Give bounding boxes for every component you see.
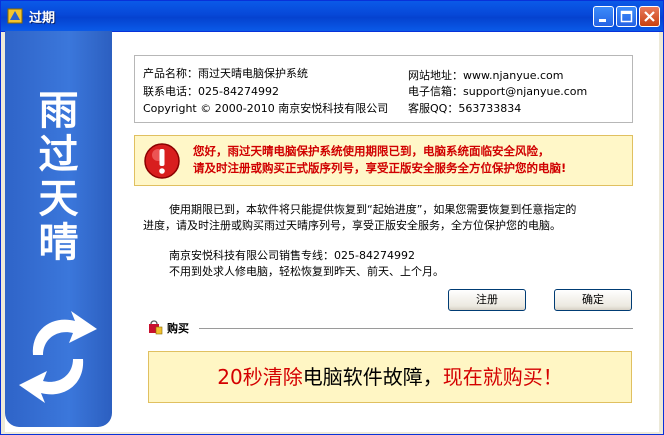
expiry-warning-banner: 您好，雨过天晴电脑保护系统使用期限已到，电脑系统面临安全风险， 请及时注册或购买…: [134, 135, 633, 186]
support-qq: 客服QQ：563733834: [408, 102, 522, 115]
buy-now-banner[interactable]: 20秒清除电脑软件故障，现在就购买！: [148, 351, 632, 403]
message-line: 使用期限已到，本软件将只能提供恢复到“起始进度”，如果您需要恢复到任意指定的: [169, 203, 577, 216]
shopping-icon: [147, 319, 163, 339]
brand-sidebar: 雨 过 天 晴: [5, 31, 112, 427]
close-button[interactable]: [639, 6, 660, 27]
app-icon: [7, 8, 23, 24]
error-icon: [143, 142, 181, 184]
maximize-button[interactable]: [616, 6, 637, 27]
buy-now-link[interactable]: 现在就购买！: [443, 365, 563, 389]
title-bar[interactable]: 过期: [1, 1, 663, 32]
brand-char: 雨: [38, 88, 79, 134]
product-info-panel: 产品名称：雨过天晴电脑保护系统 联系电话：025-84274992 Copyri…: [134, 55, 633, 123]
arrows-logo-icon: [13, 307, 103, 411]
brand-title: 雨 过 天 晴: [5, 89, 112, 265]
brand-char: 天: [38, 176, 79, 222]
divider: [199, 328, 633, 329]
window-title: 过期: [29, 11, 56, 26]
contact-phone: 联系电话：025-84274992: [143, 85, 279, 98]
copyright: Copyright © 2000-2010 南京安悦科技有限公司: [143, 102, 389, 115]
ok-button[interactable]: 确定: [554, 289, 632, 311]
email: 电子信箱：support@njanyue.com: [408, 85, 588, 98]
purchase-label: 购买: [167, 322, 189, 335]
warning-line: 请及时注册或购买正式版序列号，享受正版安全服务全方位保护您的电脑!: [193, 161, 567, 175]
slogan-line: 不用到处求人修电脑，轻松恢复到昨天、前天、上个月。: [169, 265, 444, 278]
warning-line: 您好，雨过天晴电脑保护系统使用期限已到，电脑系统面临安全风险，: [193, 144, 550, 158]
brand-char: 过: [38, 132, 79, 178]
minimize-button[interactable]: [593, 6, 614, 27]
banner-text: 20秒清除: [217, 365, 303, 389]
sales-line: 南京安悦科技有限公司销售专线：025-84274992: [169, 249, 415, 262]
banner-text: 电脑软件故障，: [302, 365, 443, 389]
message-line: 进度，请及时注册或购买雨过天晴序列号，享受正版安全服务，全方位保护您的电脑。: [143, 219, 561, 232]
product-name: 产品名称：雨过天晴电脑保护系统: [143, 67, 308, 80]
brand-char: 晴: [38, 220, 79, 266]
purchase-section-header: 购买: [147, 320, 633, 335]
warning-message: 您好，雨过天晴电脑保护系统使用期限已到，电脑系统面临安全风险， 请及时注册或购买…: [193, 143, 566, 177]
expired-dialog: 过期 雨 过 天 晴 产品名称：雨过天晴电脑保护系统 联系电话：025-8427…: [0, 0, 664, 435]
website: 网站地址：www.njanyue.com: [408, 69, 564, 82]
register-button[interactable]: 注册: [448, 289, 526, 311]
